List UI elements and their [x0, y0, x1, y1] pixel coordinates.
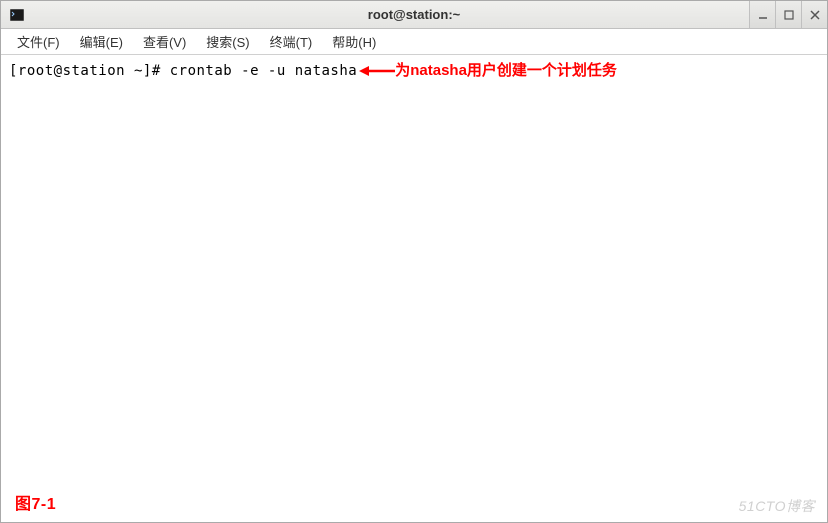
menu-file[interactable]: 文件(F) [7, 29, 70, 54]
window-controls [749, 1, 827, 28]
menubar: 文件(F) 编辑(E) 查看(V) 搜索(S) 终端(T) 帮助(H) [1, 29, 827, 55]
close-button[interactable] [801, 1, 827, 28]
annotation-arrow-icon [359, 64, 395, 78]
watermark: 51CTO博客 [739, 496, 815, 516]
maximize-button[interactable] [775, 1, 801, 28]
annotation-text: 为natasha用户创建一个计划任务 [395, 62, 617, 79]
terminal-prompt: [root@station ~]# [9, 63, 170, 79]
menu-edit[interactable]: 编辑(E) [70, 29, 133, 54]
terminal-command: crontab -e -u natasha [170, 63, 358, 79]
menu-search[interactable]: 搜索(S) [196, 29, 259, 54]
menu-help[interactable]: 帮助(H) [322, 29, 386, 54]
window-title: root@station:~ [368, 7, 460, 22]
menu-view[interactable]: 查看(V) [133, 29, 196, 54]
terminal-icon [9, 7, 25, 23]
minimize-button[interactable] [749, 1, 775, 28]
titlebar: root@station:~ [1, 1, 827, 29]
figure-label: 图7-1 [15, 490, 56, 514]
menu-terminal[interactable]: 终端(T) [260, 29, 323, 54]
terminal-area[interactable]: [root@station ~]# crontab -e -u natasha … [1, 55, 827, 522]
